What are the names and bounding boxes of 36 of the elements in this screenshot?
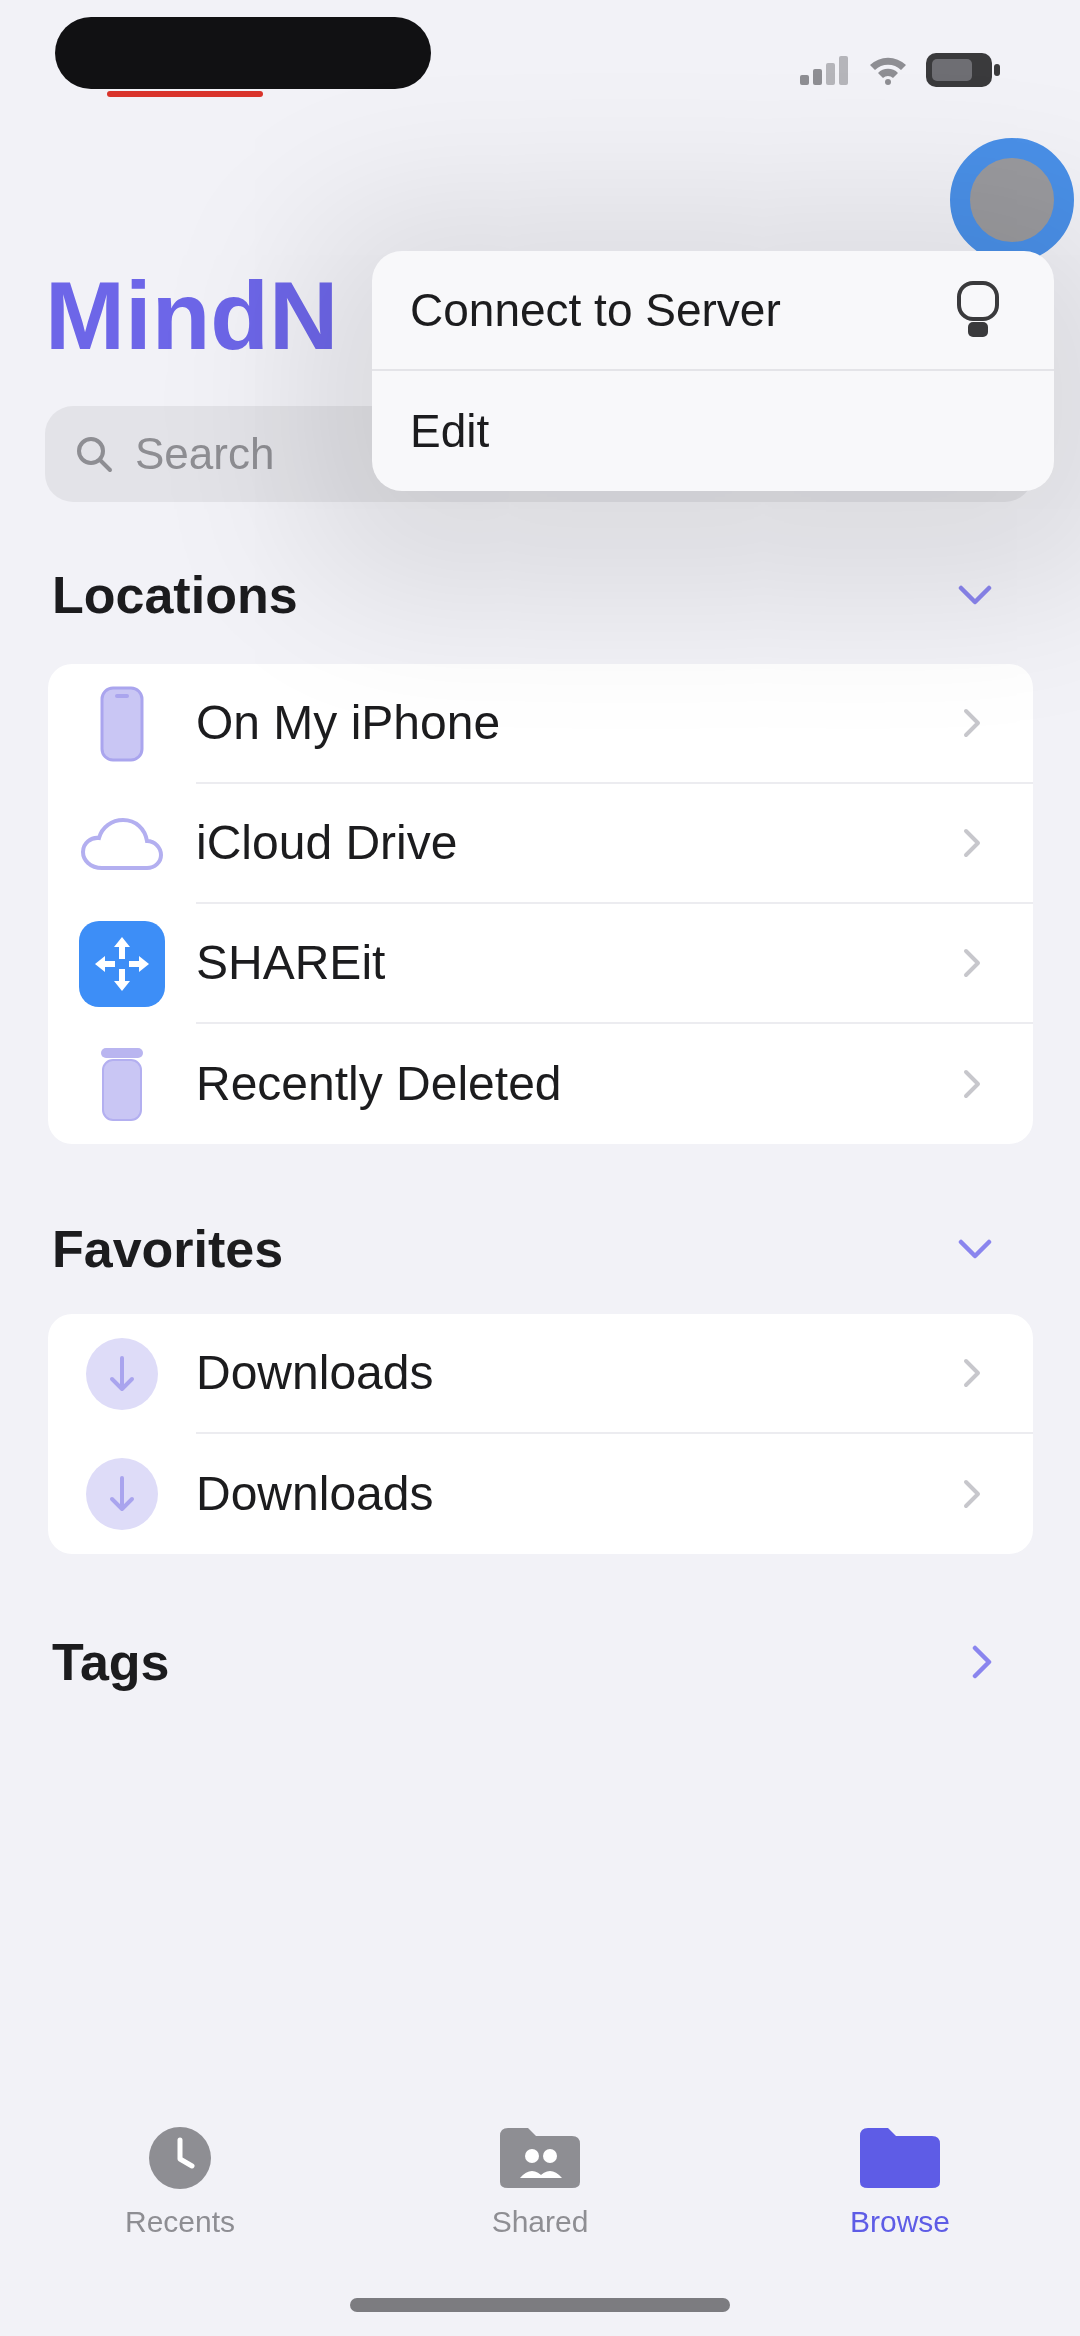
list-row[interactable]: Recently Deleted: [48, 1024, 1033, 1144]
trash-icon: [99, 1046, 145, 1122]
menu-item[interactable]: Connect to Server: [372, 251, 1054, 371]
chevron-right-icon: [963, 948, 981, 978]
arrows-tile-icon: [79, 921, 165, 1007]
list-row[interactable]: iCloud Drive: [48, 784, 1033, 904]
tab[interactable]: Browse: [839, 2122, 960, 2240]
chevron-down-icon[interactable]: [958, 585, 992, 605]
folder-people-icon: [498, 2126, 582, 2190]
chevron-right-icon: [963, 708, 981, 738]
search-icon: [75, 435, 113, 473]
wifi-icon: [868, 55, 908, 85]
battery-icon: [926, 53, 1000, 87]
page-title: MindN: [45, 261, 339, 371]
signal-icon: [800, 55, 850, 85]
chevron-down-icon[interactable]: [958, 1239, 992, 1259]
section-title: Favorites: [52, 1219, 284, 1280]
folder-icon: [858, 2126, 942, 2190]
chevron-right-icon[interactable]: [972, 1645, 992, 1679]
chevron-right-icon: [963, 1479, 981, 1509]
chevron-right-icon: [963, 1358, 981, 1388]
phone-icon: [100, 686, 144, 762]
menu-item[interactable]: Edit: [372, 371, 1054, 491]
section-title: Locations: [52, 565, 298, 626]
list-row[interactable]: On My iPhone: [48, 664, 1033, 784]
list-row[interactable]: Downloads: [48, 1434, 1033, 1554]
chevron-right-icon: [963, 1069, 981, 1099]
list-row[interactable]: Downloads: [48, 1314, 1033, 1434]
download-icon: [84, 1456, 160, 1532]
section-title: Tags: [52, 1632, 170, 1693]
clock-icon: [148, 2126, 212, 2190]
list-row[interactable]: SHAREit: [48, 904, 1033, 1024]
chevron-right-icon: [963, 828, 981, 858]
download-icon: [84, 1336, 160, 1412]
monitor-icon: [956, 280, 1000, 340]
cloud-icon: [80, 816, 164, 872]
